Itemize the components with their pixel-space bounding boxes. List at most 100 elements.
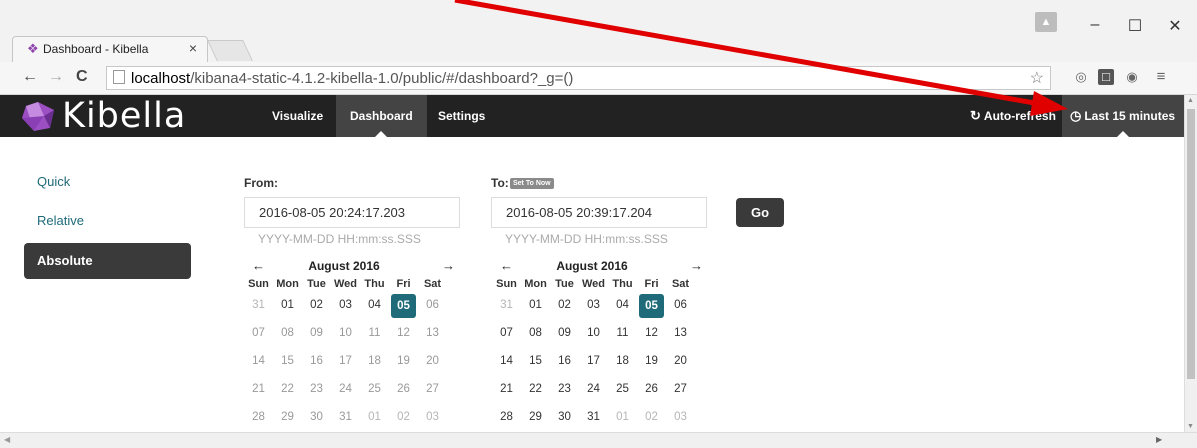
mode-relative[interactable]: Relative — [24, 203, 191, 239]
calendar-day[interactable]: 16 — [302, 348, 331, 376]
mode-absolute[interactable]: Absolute — [24, 243, 191, 279]
calendar-day[interactable]: 08 — [521, 320, 550, 348]
calendar-day[interactable]: 23 — [302, 376, 331, 404]
nav-visualize[interactable]: Visualize — [258, 95, 337, 137]
calendar-day[interactable]: 18 — [360, 348, 389, 376]
next-month-button[interactable]: → — [690, 258, 703, 273]
url-text[interactable]: localhost/kibana4-static-4.1.2-kibella-1… — [131, 70, 573, 87]
calendar-day[interactable]: 12 — [389, 320, 418, 348]
extension-icon[interactable]: ◎ — [1073, 69, 1089, 85]
calendar-day[interactable]: 29 — [521, 404, 550, 432]
nav-dashboard[interactable]: Dashboard — [336, 95, 427, 137]
calendar-day[interactable]: 24 — [331, 376, 360, 404]
calendar-day[interactable]: 02 — [637, 404, 666, 432]
calendar-day[interactable]: 25 — [360, 376, 389, 404]
address-bar[interactable]: localhost/kibana4-static-4.1.2-kibella-1… — [106, 66, 1051, 90]
calendar-day[interactable]: 22 — [521, 376, 550, 404]
calendar-day[interactable]: 03 — [666, 404, 695, 432]
calendar-day[interactable]: 01 — [273, 292, 302, 320]
back-button[interactable]: ← — [22, 68, 38, 86]
calendar-day[interactable]: 01 — [360, 404, 389, 432]
calendar-day[interactable]: 04 — [360, 292, 389, 320]
mode-quick[interactable]: Quick — [24, 164, 191, 200]
calendar-day[interactable]: 10 — [579, 320, 608, 348]
horizontal-scrollbar[interactable]: ◀ ▶ — [0, 432, 1197, 448]
calendar-day[interactable]: 23 — [550, 376, 579, 404]
calendar-day[interactable]: 27 — [666, 376, 695, 404]
maximize-button[interactable]: ☐ — [1120, 16, 1150, 36]
menu-icon[interactable]: ≡ — [1153, 69, 1169, 85]
calendar-day[interactable]: 16 — [550, 348, 579, 376]
extension-icon[interactable]: ◉ — [1124, 69, 1140, 85]
calendar-day[interactable]: 26 — [637, 376, 666, 404]
calendar-day[interactable]: 05 — [391, 294, 416, 318]
calendar-day[interactable]: 11 — [608, 320, 637, 348]
calendar-day[interactable]: 26 — [389, 376, 418, 404]
calendar-day[interactable]: 25 — [608, 376, 637, 404]
calendar-day[interactable]: 14 — [244, 348, 273, 376]
calendar-day[interactable]: 07 — [492, 320, 521, 348]
calendar-day[interactable]: 09 — [550, 320, 579, 348]
calendar-day[interactable]: 02 — [389, 404, 418, 432]
tab-close-icon[interactable]: × — [189, 40, 197, 56]
calendar-day[interactable]: 04 — [608, 292, 637, 320]
calendar-day[interactable]: 31 — [579, 404, 608, 432]
calendar-day[interactable]: 01 — [521, 292, 550, 320]
calendar-day[interactable]: 28 — [492, 404, 521, 432]
go-button[interactable]: Go — [736, 198, 784, 227]
calendar-day[interactable]: 20 — [418, 348, 447, 376]
calendar-day[interactable]: 30 — [550, 404, 579, 432]
calendar-day[interactable]: 11 — [360, 320, 389, 348]
calendar-day[interactable]: 06 — [418, 292, 447, 320]
calendar-day[interactable]: 08 — [273, 320, 302, 348]
calendar-day[interactable]: 20 — [666, 348, 695, 376]
reload-button[interactable]: C — [76, 68, 88, 86]
forward-button[interactable]: → — [48, 68, 64, 86]
calendar-day[interactable]: 21 — [244, 376, 273, 404]
calendar-day[interactable]: 21 — [492, 376, 521, 404]
calendar-day[interactable]: 03 — [331, 292, 360, 320]
calendar-day[interactable]: 03 — [579, 292, 608, 320]
calendar-day[interactable]: 19 — [637, 348, 666, 376]
to-date-input[interactable]: 2016-08-05 20:39:17.204 — [491, 197, 707, 228]
calendar-day[interactable]: 27 — [418, 376, 447, 404]
time-filter-button[interactable]: ◷ Last 15 minutes — [1062, 95, 1184, 137]
set-to-now-button[interactable]: Set To Now — [510, 178, 554, 189]
new-tab-button[interactable] — [207, 40, 253, 61]
calendar-day[interactable]: 15 — [273, 348, 302, 376]
calendar-day[interactable]: 31 — [244, 292, 273, 320]
calendar-day[interactable]: 10 — [331, 320, 360, 348]
vertical-scrollbar[interactable]: ▲ ▼ — [1184, 95, 1197, 432]
calendar-day[interactable]: 17 — [331, 348, 360, 376]
calendar-day[interactable]: 02 — [302, 292, 331, 320]
calendar-day[interactable]: 22 — [273, 376, 302, 404]
calendar-day[interactable]: 01 — [608, 404, 637, 432]
next-month-button[interactable]: → — [442, 258, 455, 273]
calendar-day[interactable]: 17 — [579, 348, 608, 376]
minimize-button[interactable]: – — [1080, 16, 1110, 34]
close-window-button[interactable]: ✕ — [1160, 16, 1190, 36]
calendar-day[interactable]: 03 — [418, 404, 447, 432]
calendar-day[interactable]: 02 — [550, 292, 579, 320]
extension-icon[interactable]: □ — [1098, 69, 1114, 85]
scroll-up-icon[interactable]: ▲ — [1187, 97, 1194, 104]
browser-tab[interactable]: ❖ Dashboard - Kibella × — [12, 36, 208, 62]
scroll-right-icon[interactable]: ▶ — [1156, 435, 1162, 444]
calendar-day[interactable]: 19 — [389, 348, 418, 376]
calendar-day[interactable]: 31 — [331, 404, 360, 432]
calendar-day[interactable]: 12 — [637, 320, 666, 348]
calendar-day[interactable]: 29 — [273, 404, 302, 432]
calendar-month[interactable]: August 2016 — [492, 259, 692, 273]
scroll-down-icon[interactable]: ▼ — [1187, 423, 1194, 430]
calendar-day[interactable]: 13 — [666, 320, 695, 348]
calendar-day[interactable]: 06 — [666, 292, 695, 320]
calendar-day[interactable]: 30 — [302, 404, 331, 432]
calendar-day[interactable]: 18 — [608, 348, 637, 376]
calendar-day[interactable]: 05 — [639, 294, 664, 318]
kibella-logo[interactable]: Kibella — [20, 96, 186, 136]
calendar-day[interactable]: 13 — [418, 320, 447, 348]
calendar-day[interactable]: 31 — [492, 292, 521, 320]
calendar-day[interactable]: 09 — [302, 320, 331, 348]
calendar-month[interactable]: August 2016 — [244, 259, 444, 273]
profile-icon[interactable]: ▲ — [1035, 12, 1057, 32]
